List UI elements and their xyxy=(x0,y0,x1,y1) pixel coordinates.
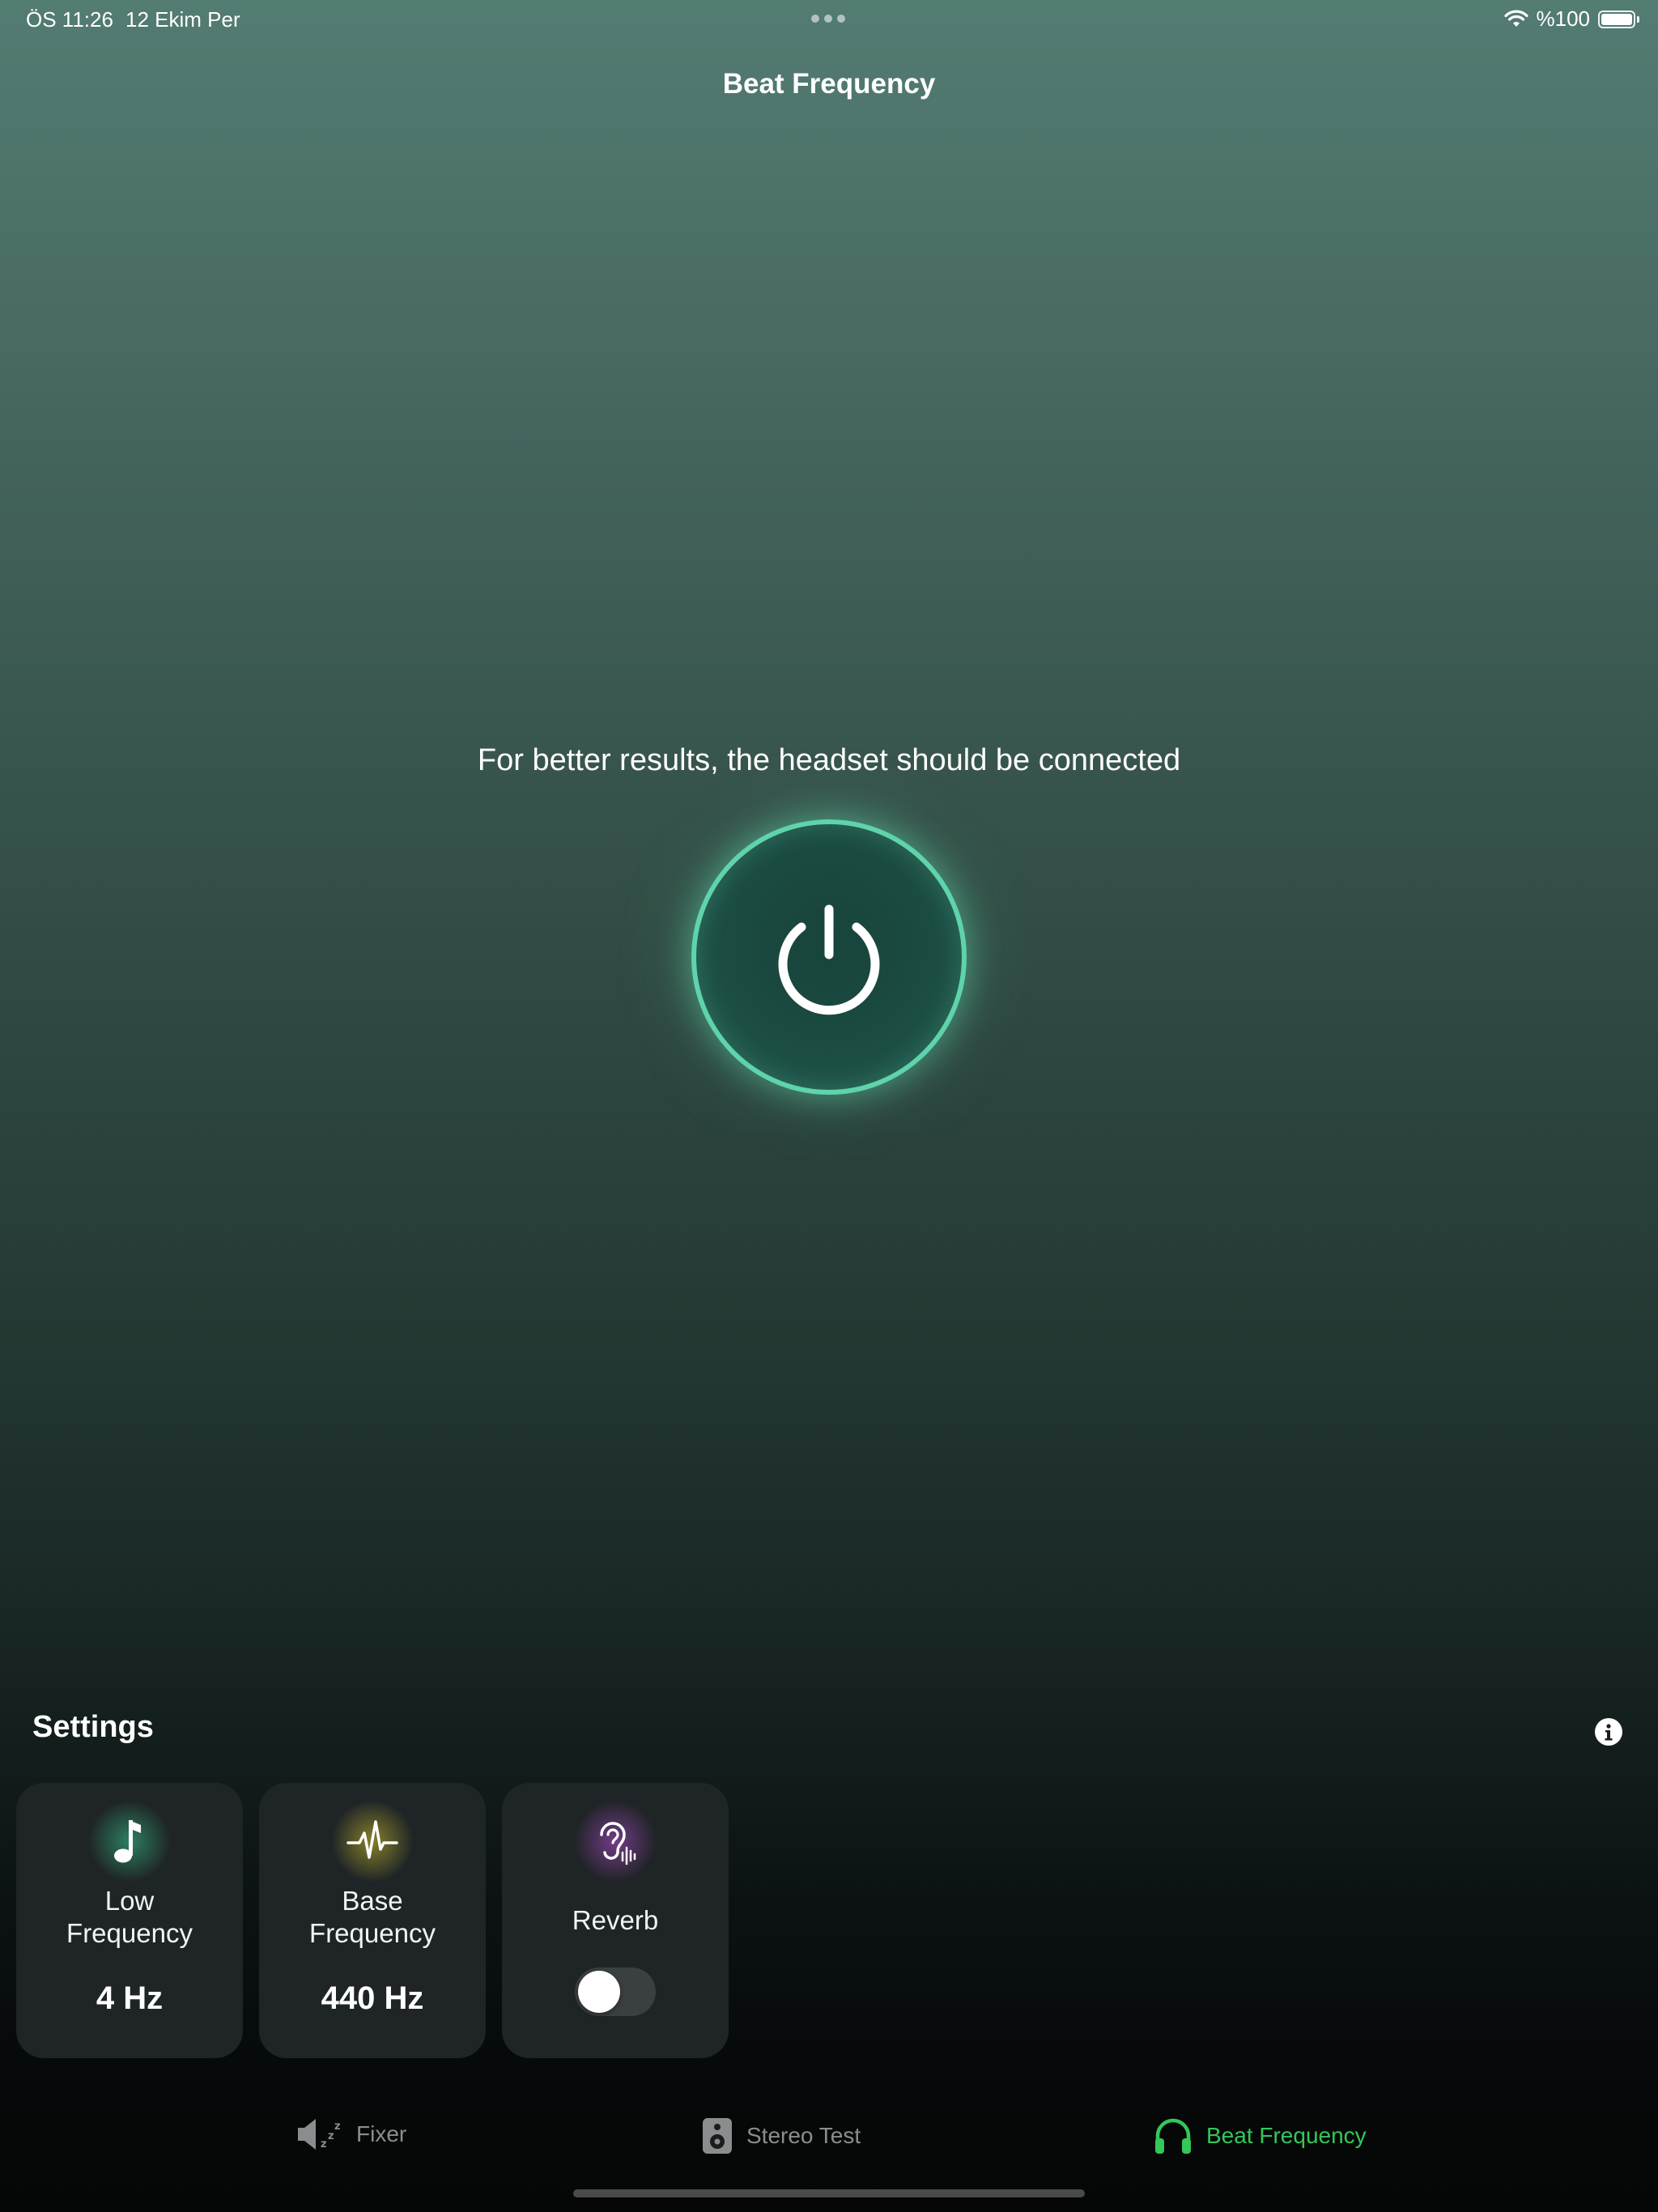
toggle-knob xyxy=(578,1971,620,2013)
dot xyxy=(811,15,819,23)
page-title: Beat Frequency xyxy=(722,68,936,100)
battery-percent: %100 xyxy=(1536,6,1591,31)
speaker-sleep-icon: z z z xyxy=(298,2119,341,2150)
info-glyph xyxy=(1605,1724,1613,1741)
svg-text:z: z xyxy=(334,2121,341,2133)
low-frequency-value: 4 Hz xyxy=(96,1980,164,2016)
multitasking-dots[interactable] xyxy=(811,15,845,23)
low-frequency-card[interactable]: Low Frequency 4 Hz xyxy=(16,1783,243,2058)
card-label: Base xyxy=(342,1886,403,1916)
music-note-icon xyxy=(89,1801,170,1882)
power-button[interactable] xyxy=(691,819,967,1095)
home-indicator[interactable] xyxy=(573,2189,1085,2197)
tab-stereo-test[interactable]: Stereo Test xyxy=(701,2116,861,2155)
ear-icon xyxy=(575,1801,656,1882)
card-label: Low xyxy=(104,1886,155,1916)
tab-label: Fixer xyxy=(356,2121,407,2146)
tab-fixer[interactable]: z z z Fixer xyxy=(296,2116,406,2152)
battery-icon xyxy=(1598,10,1639,28)
base-frequency-value: 440 Hz xyxy=(321,1980,424,2016)
status-date: 12 Ekim Per xyxy=(125,7,240,32)
dot xyxy=(824,15,832,23)
status-bar: ÖS 11:26 12 Ekim Per %100 xyxy=(0,0,1658,39)
card-label: Reverb xyxy=(572,1905,659,1935)
power-icon xyxy=(778,904,880,1015)
tab-bar: z z z Fixer Stereo Test Beat Frequency xyxy=(0,2116,1658,2181)
card-label: Frequency xyxy=(66,1918,193,1948)
base-frequency-card[interactable]: Base Frequency 440 Hz xyxy=(259,1783,486,2058)
stereo-speaker-icon xyxy=(703,2118,732,2154)
status-time: ÖS 11:26 xyxy=(26,7,113,32)
reverb-toggle[interactable] xyxy=(575,1967,656,2016)
card-label: Frequency xyxy=(309,1918,436,1948)
tab-label: Stereo Test xyxy=(746,2123,861,2148)
settings-title: Settings xyxy=(32,1710,154,1744)
reverb-card: Reverb xyxy=(502,1783,729,2058)
headphones-icon xyxy=(1155,2118,1191,2154)
waveform-icon xyxy=(332,1801,413,1882)
tab-label: Beat Frequency xyxy=(1206,2123,1367,2148)
svg-text:z: z xyxy=(321,2138,327,2150)
headset-hint: For better results, the headset should b… xyxy=(477,743,1181,777)
tab-beat-frequency[interactable]: Beat Frequency xyxy=(1153,2116,1367,2155)
dot xyxy=(837,15,845,23)
status-indicators: %100 xyxy=(1503,6,1639,32)
info-icon[interactable] xyxy=(1595,1718,1622,1746)
svg-text:z: z xyxy=(328,2130,334,2142)
wifi-icon xyxy=(1503,10,1528,27)
